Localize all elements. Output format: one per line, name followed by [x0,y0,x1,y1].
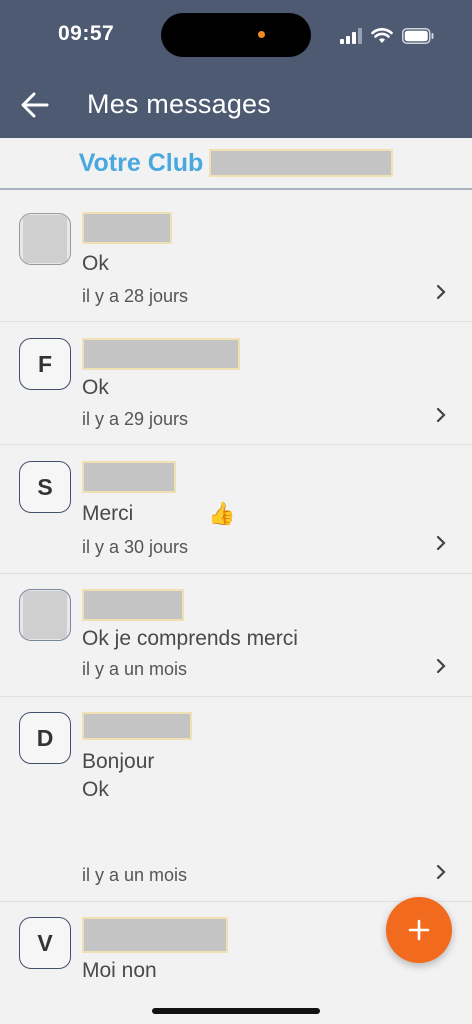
contact-name-redacted [82,589,184,621]
chevron-right-icon [436,535,446,551]
page-title: Mes messages [87,89,271,119]
status-icons [340,26,434,46]
conversation-row[interactable]: D Bonjour Ok il y a un mois [0,697,472,902]
contact-name-redacted [82,338,240,370]
avatar [19,213,71,265]
avatar-photo [23,591,67,639]
contact-name-redacted [82,917,228,953]
status-time: 09:57 [58,22,115,45]
conversation-list: Ok il y a 28 jours F Ok il y a 29 jours … [0,190,472,1012]
club-label: Votre Club [78,148,204,177]
avatar-photo [23,215,67,263]
avatar: F [19,338,71,390]
battery-icon [402,28,434,44]
message-time: il y a un mois [82,865,188,885]
app-bar: 09:57 Mes messages [0,0,472,138]
message-preview: Ok [82,376,109,399]
avatar: S [19,461,71,513]
thumbs-up-emoji: 👍 [208,501,236,526]
conversation-row[interactable]: Ok je comprends merci il y a un mois [0,574,472,697]
message-time: il y a 28 jours [82,286,189,306]
contact-name-redacted [82,712,192,740]
signal-icon [340,28,362,44]
home-indicator[interactable] [152,1008,320,1014]
message-preview: Ok [82,252,109,275]
club-selector[interactable]: Votre Club [0,138,472,190]
chevron-right-icon [436,658,446,674]
back-button[interactable] [18,88,52,122]
chevron-right-icon [436,407,446,423]
avatar [19,589,71,641]
contact-name-redacted [82,212,172,244]
conversation-row[interactable]: F Ok il y a 29 jours [0,322,472,445]
new-message-button[interactable] [386,897,452,963]
chevron-right-icon [436,284,446,300]
message-preview: Bonjour Ok [82,750,155,801]
message-time: il y a 29 jours [82,409,189,429]
avatar: D [19,712,71,764]
avatar: V [19,917,71,969]
message-time: il y a un mois [82,659,188,679]
privacy-indicator [258,31,265,38]
message-preview: Moi non [82,959,157,982]
wifi-icon [371,28,393,43]
plus-icon [408,919,430,941]
dynamic-island [161,13,311,57]
conversation-row[interactable]: Ok il y a 28 jours [0,190,472,322]
message-time: il y a 30 jours [82,537,189,557]
arrow-left-icon [21,92,49,118]
contact-name-redacted [82,461,176,493]
conversation-row[interactable]: S Merci 👍 il y a 30 jours [0,445,472,574]
message-preview: Merci [82,502,134,525]
chevron-right-icon [436,864,446,880]
message-preview: Ok je comprends merci [82,627,298,650]
club-name-redacted [209,149,394,177]
